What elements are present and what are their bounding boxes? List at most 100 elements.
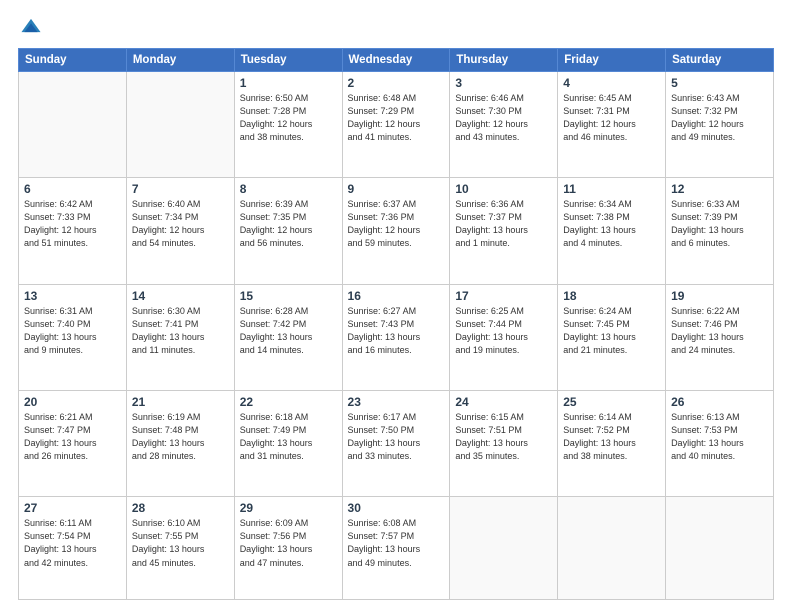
weekday-friday: Friday (558, 49, 666, 72)
calendar-day-cell: 1Sunrise: 6:50 AM Sunset: 7:28 PM Daylig… (234, 72, 342, 178)
calendar-day-cell: 17 Sunrise: 6:25 AM Sunset: 7:44 PM Dayli… (450, 284, 558, 390)
calendar-day-cell: 12 Sunrise: 6:33 AM Sunset: 7:39 PM Dayli… (666, 178, 774, 284)
calendar-day-cell: 27Sunrise: 6:11 AM Sunset: 7:54 PM Dayli… (19, 497, 127, 600)
day-number: 19 (671, 289, 768, 303)
calendar-day-cell: 11Sunrise: 6:34 AM Sunset: 7:38 PM Dayli… (558, 178, 666, 284)
day-number: 6 (24, 182, 121, 196)
calendar-day-cell: 6 Sunrise: 6:42 AM Sunset: 7:33 PM Daylig… (19, 178, 127, 284)
day-info: Sunrise: 6:40 AM Sunset: 7:34 PM Dayligh… (132, 198, 229, 250)
weekday-monday: Monday (126, 49, 234, 72)
day-number: 8 (240, 182, 337, 196)
calendar-day-cell (126, 72, 234, 178)
day-info: Sunrise: 6:22 AM Sunset: 7:46 PM Dayligh… (671, 305, 768, 357)
day-info: Sunrise: 6:25 AM Sunset: 7:44 PM Dayligh… (455, 305, 552, 357)
day-info: Sunrise: 6:21 AM Sunset: 7:47 PM Dayligh… (24, 411, 121, 463)
day-info: Sunrise: 6:27 AM Sunset: 7:43 PM Dayligh… (348, 305, 445, 357)
calendar-day-cell: 8Sunrise: 6:39 AM Sunset: 7:35 PM Daylig… (234, 178, 342, 284)
calendar-day-cell: 23Sunrise: 6:17 AM Sunset: 7:50 PM Dayli… (342, 391, 450, 497)
day-number: 3 (455, 76, 552, 90)
day-number: 18 (563, 289, 660, 303)
weekday-wednesday: Wednesday (342, 49, 450, 72)
day-info: Sunrise: 6:45 AM Sunset: 7:31 PM Dayligh… (563, 92, 660, 144)
day-number: 4 (563, 76, 660, 90)
calendar-day-cell: 15 Sunrise: 6:28 AM Sunset: 7:42 PM Dayli… (234, 284, 342, 390)
calendar-day-cell: 21 Sunrise: 6:19 AM Sunset: 7:48 PM Dayli… (126, 391, 234, 497)
calendar-week-row: 6 Sunrise: 6:42 AM Sunset: 7:33 PM Daylig… (19, 178, 774, 284)
calendar-day-cell: 18 Sunrise: 6:24 AM Sunset: 7:45 PM Dayli… (558, 284, 666, 390)
calendar-day-cell (19, 72, 127, 178)
day-number: 9 (348, 182, 445, 196)
calendar-day-cell: 9 Sunrise: 6:37 AM Sunset: 7:36 PM Daylig… (342, 178, 450, 284)
day-info: Sunrise: 6:30 AM Sunset: 7:41 PM Dayligh… (132, 305, 229, 357)
day-number: 12 (671, 182, 768, 196)
calendar-day-cell: 14 Sunrise: 6:30 AM Sunset: 7:41 PM Dayli… (126, 284, 234, 390)
calendar-day-cell (450, 497, 558, 600)
day-info: Sunrise: 6:36 AM Sunset: 7:37 PM Dayligh… (455, 198, 552, 250)
day-number: 16 (348, 289, 445, 303)
calendar-week-row: 27Sunrise: 6:11 AM Sunset: 7:54 PM Dayli… (19, 497, 774, 600)
day-number: 22 (240, 395, 337, 409)
day-info: Sunrise: 6:08 AM Sunset: 7:57 PM Dayligh… (348, 517, 445, 569)
calendar-day-cell: 19 Sunrise: 6:22 AM Sunset: 7:46 PM Dayli… (666, 284, 774, 390)
day-info: Sunrise: 6:09 AM Sunset: 7:56 PM Dayligh… (240, 517, 337, 569)
day-number: 2 (348, 76, 445, 90)
day-info: Sunrise: 6:42 AM Sunset: 7:33 PM Dayligh… (24, 198, 121, 250)
day-number: 23 (348, 395, 445, 409)
day-number: 26 (671, 395, 768, 409)
page: SundayMondayTuesdayWednesdayThursdayFrid… (0, 0, 792, 612)
calendar-day-cell: 26 Sunrise: 6:13 AM Sunset: 7:53 PM Dayli… (666, 391, 774, 497)
day-number: 25 (563, 395, 660, 409)
calendar-day-cell: 24 Sunrise: 6:15 AM Sunset: 7:51 PM Dayli… (450, 391, 558, 497)
day-number: 15 (240, 289, 337, 303)
day-number: 29 (240, 501, 337, 515)
day-info: Sunrise: 6:18 AM Sunset: 7:49 PM Dayligh… (240, 411, 337, 463)
day-number: 7 (132, 182, 229, 196)
day-info: Sunrise: 6:48 AM Sunset: 7:29 PM Dayligh… (348, 92, 445, 144)
day-info: Sunrise: 6:14 AM Sunset: 7:52 PM Dayligh… (563, 411, 660, 463)
day-number: 13 (24, 289, 121, 303)
calendar-week-row: 20 Sunrise: 6:21 AM Sunset: 7:47 PM Dayli… (19, 391, 774, 497)
day-info: Sunrise: 6:37 AM Sunset: 7:36 PM Dayligh… (348, 198, 445, 250)
calendar-day-cell: 13Sunrise: 6:31 AM Sunset: 7:40 PM Dayli… (19, 284, 127, 390)
day-info: Sunrise: 6:33 AM Sunset: 7:39 PM Dayligh… (671, 198, 768, 250)
day-info: Sunrise: 6:13 AM Sunset: 7:53 PM Dayligh… (671, 411, 768, 463)
day-number: 28 (132, 501, 229, 515)
calendar-day-cell: 22 Sunrise: 6:18 AM Sunset: 7:49 PM Dayli… (234, 391, 342, 497)
calendar-day-cell: 28 Sunrise: 6:10 AM Sunset: 7:55 PM Dayli… (126, 497, 234, 600)
calendar-day-cell: 25 Sunrise: 6:14 AM Sunset: 7:52 PM Dayli… (558, 391, 666, 497)
calendar-week-row: 1Sunrise: 6:50 AM Sunset: 7:28 PM Daylig… (19, 72, 774, 178)
day-number: 24 (455, 395, 552, 409)
day-info: Sunrise: 6:19 AM Sunset: 7:48 PM Dayligh… (132, 411, 229, 463)
calendar-day-cell: 3 Sunrise: 6:46 AM Sunset: 7:30 PM Daylig… (450, 72, 558, 178)
weekday-header-row: SundayMondayTuesdayWednesdayThursdayFrid… (19, 49, 774, 72)
day-info: Sunrise: 6:10 AM Sunset: 7:55 PM Dayligh… (132, 517, 229, 569)
calendar-day-cell: 4 Sunrise: 6:45 AM Sunset: 7:31 PM Daylig… (558, 72, 666, 178)
day-number: 21 (132, 395, 229, 409)
calendar-day-cell: 20 Sunrise: 6:21 AM Sunset: 7:47 PM Dayli… (19, 391, 127, 497)
day-number: 11 (563, 182, 660, 196)
calendar-day-cell: 29 Sunrise: 6:09 AM Sunset: 7:56 PM Dayli… (234, 497, 342, 600)
day-number: 20 (24, 395, 121, 409)
logo-icon (20, 16, 42, 38)
weekday-saturday: Saturday (666, 49, 774, 72)
day-number: 10 (455, 182, 552, 196)
calendar-day-cell: 30 Sunrise: 6:08 AM Sunset: 7:57 PM Dayli… (342, 497, 450, 600)
calendar-day-cell: 16 Sunrise: 6:27 AM Sunset: 7:43 PM Dayli… (342, 284, 450, 390)
calendar-day-cell: 5 Sunrise: 6:43 AM Sunset: 7:32 PM Daylig… (666, 72, 774, 178)
weekday-thursday: Thursday (450, 49, 558, 72)
day-info: Sunrise: 6:28 AM Sunset: 7:42 PM Dayligh… (240, 305, 337, 357)
day-info: Sunrise: 6:46 AM Sunset: 7:30 PM Dayligh… (455, 92, 552, 144)
day-info: Sunrise: 6:15 AM Sunset: 7:51 PM Dayligh… (455, 411, 552, 463)
calendar-table: SundayMondayTuesdayWednesdayThursdayFrid… (18, 48, 774, 600)
calendar-day-cell (666, 497, 774, 600)
day-number: 5 (671, 76, 768, 90)
day-info: Sunrise: 6:24 AM Sunset: 7:45 PM Dayligh… (563, 305, 660, 357)
weekday-sunday: Sunday (19, 49, 127, 72)
day-number: 17 (455, 289, 552, 303)
day-number: 14 (132, 289, 229, 303)
day-number: 30 (348, 501, 445, 515)
calendar-day-cell (558, 497, 666, 600)
calendar-week-row: 13Sunrise: 6:31 AM Sunset: 7:40 PM Dayli… (19, 284, 774, 390)
day-info: Sunrise: 6:43 AM Sunset: 7:32 PM Dayligh… (671, 92, 768, 144)
calendar-day-cell: 7 Sunrise: 6:40 AM Sunset: 7:34 PM Daylig… (126, 178, 234, 284)
